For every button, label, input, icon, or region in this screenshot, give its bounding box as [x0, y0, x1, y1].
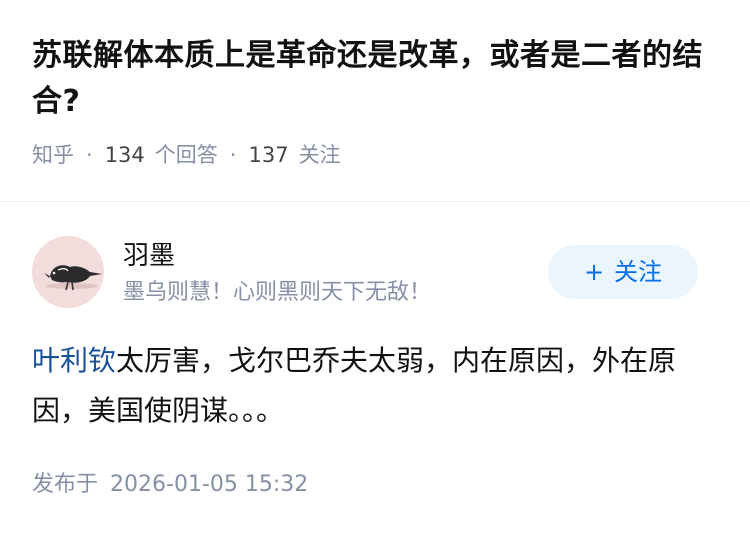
publish-label: 发布于	[32, 472, 99, 497]
crow-avatar-icon	[44, 265, 102, 291]
person-link[interactable]: 叶利钦	[32, 344, 116, 377]
question-meta: 知乎 · 134 个回答 · 137 关注	[32, 139, 722, 171]
answer-count-label: 个回答	[154, 143, 218, 167]
answer-content: 叶利钦太厉害，戈尔巴乔夫太弱，内在原因，外在原因，美国使阴谋。。。	[32, 336, 720, 436]
section-divider	[0, 201, 750, 202]
plus-icon: +	[583, 258, 605, 286]
author-card: 羽墨 墨乌则慧！心则黑则天下无敌！ + 关注	[32, 236, 722, 310]
source-label: 知乎	[32, 143, 74, 167]
follower-count-label: 关注	[298, 143, 341, 167]
meta-separator: ·	[229, 143, 237, 167]
follow-button[interactable]: + 关注	[548, 245, 698, 299]
question-title[interactable]: 苏联解体本质上是革命还是改革，或者是二者的结合?	[32, 33, 722, 125]
answer-count: 134	[104, 143, 145, 167]
answer-text: 太厉害，戈尔巴乔夫太弱，内在原因，外在原因，美国使阴谋。。。	[32, 344, 677, 427]
publish-time: 发布于 2026-01-05 15:32	[32, 468, 308, 502]
follow-button-label: 关注	[614, 258, 663, 286]
meta-separator: ·	[86, 143, 93, 167]
publish-datetime: 2026-01-05 15:32	[110, 472, 309, 497]
author-bio: 墨乌则慧！心则黑则天下无敌！	[123, 280, 432, 305]
follower-count: 137	[248, 143, 289, 167]
answer-page: 苏联解体本质上是革命还是改革，或者是二者的结合? 知乎 · 134 个回答 · …	[0, 0, 750, 538]
author-name[interactable]: 羽墨	[123, 238, 175, 274]
question-header: 苏联解体本质上是革命还是改革，或者是二者的结合? 知乎 · 134 个回答 · …	[32, 33, 722, 171]
avatar[interactable]	[32, 236, 104, 308]
